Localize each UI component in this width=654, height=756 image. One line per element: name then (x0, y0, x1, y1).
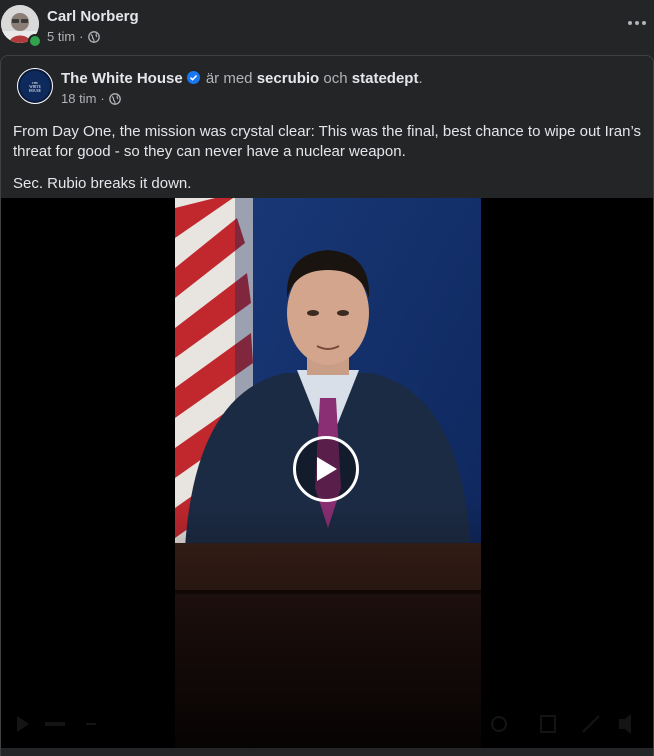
svg-text:HOUSE: HOUSE (29, 89, 42, 93)
post-text: From Day One, the mission was crystal cl… (13, 122, 649, 206)
end-punct: . (418, 70, 423, 87)
verified-badge-icon (186, 71, 200, 84)
shared-post-header-line: The White House är med secrubio och stat… (61, 70, 423, 87)
globe-icon (87, 30, 100, 43)
control-settings-icon (491, 716, 507, 732)
control-progress (45, 722, 65, 726)
post-text-paragraph-1: From Day One, the mission was crystal cl… (13, 123, 642, 160)
online-status-dot (28, 34, 42, 48)
video-controls (1, 704, 653, 744)
white-house-avatar[interactable]: THE WHITE HOUSE (17, 68, 53, 104)
meta-separator: · (79, 29, 84, 44)
meta-separator: · (100, 91, 105, 106)
shared-post-time[interactable]: 18 tim (61, 91, 96, 106)
tagged-statedept[interactable]: statedept (352, 70, 419, 87)
video-player[interactable] (1, 198, 653, 748)
control-volume-icon (619, 714, 631, 734)
white-house-seal-icon: THE WHITE HOUSE (20, 71, 50, 101)
play-triangle (317, 457, 337, 481)
post-text-paragraph-2: Sec. Rubio breaks it down. (13, 175, 192, 192)
author-name[interactable]: Carl Norberg (47, 8, 139, 25)
shared-post: THE WHITE HOUSE The White House är med s… (0, 55, 654, 756)
outer-post-header: Carl Norberg 5 tim · (0, 0, 654, 56)
with-text: är med (205, 70, 253, 87)
shared-post-meta: 18 tim · (61, 91, 121, 106)
play-icon[interactable] (293, 436, 359, 502)
post-time[interactable]: 5 tim (47, 29, 75, 44)
globe-icon (108, 92, 121, 105)
control-play-icon (17, 716, 29, 732)
post-meta: 5 tim · (47, 29, 100, 44)
control-fullscreen-icon (582, 715, 600, 733)
more-options-icon[interactable] (624, 12, 650, 34)
tagged-secrubio[interactable]: secrubio (257, 70, 320, 87)
and-text: och (323, 70, 348, 87)
page-name[interactable]: The White House (61, 70, 183, 87)
